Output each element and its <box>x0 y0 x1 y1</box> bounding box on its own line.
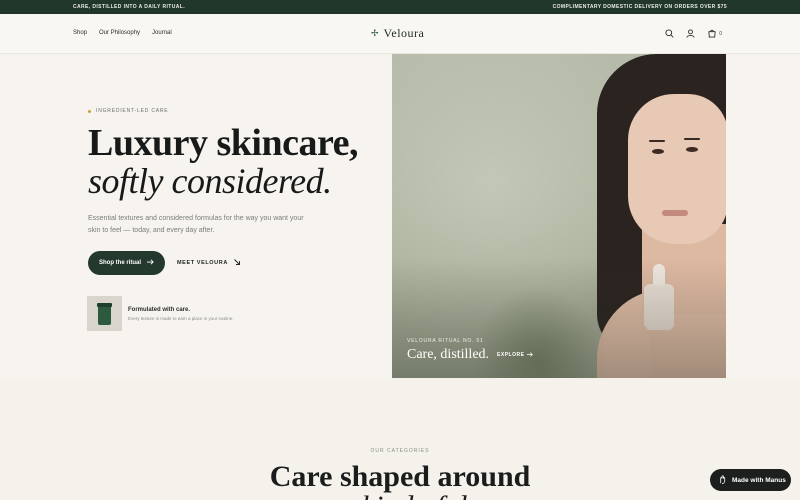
model-face <box>628 94 726 244</box>
promo-text: Formulated with care. Every texture is m… <box>128 307 234 321</box>
brand-mark-icon: ✢ <box>371 28 379 38</box>
hero-title-line2: softly considered. <box>88 161 332 201</box>
brand-name: Veloura <box>383 26 425 40</box>
explore-label: EXPLORE <box>497 352 525 358</box>
product-thumbnail <box>87 296 122 331</box>
shop-ritual-label: Shop the ritual <box>99 260 141 266</box>
hero-image <box>392 54 726 378</box>
shop-ritual-button[interactable]: Shop the ritual <box>88 251 165 275</box>
hero-subtitle: Essential textures and considered formul… <box>88 215 304 234</box>
announcement-bar: CARE, DISTILLED INTO A DAILY RITUAL. COM… <box>0 0 800 14</box>
categories-heading-line2: your kind of day. <box>0 490 800 500</box>
account-icon[interactable] <box>686 29 695 38</box>
announcement-left: CARE, DISTILLED INTO A DAILY RITUAL. <box>73 4 185 10</box>
meet-veloura-label: MEET VELOURA <box>177 260 228 266</box>
model-eye-left <box>652 149 664 154</box>
header-actions: 0 <box>665 29 722 38</box>
site-header: Shop Our Philosophy Journal ✢ Veloura 0 <box>0 14 800 54</box>
made-with-manus-badge[interactable]: Made with Manus <box>710 469 791 491</box>
badge-label: Made with Manus <box>732 476 786 484</box>
product-lid <box>97 303 112 307</box>
image-caption-title: Care, distilled. <box>407 347 490 362</box>
nav-link-shop[interactable]: Shop <box>73 30 87 36</box>
image-caption-row: Care, distilled. EXPLORE <box>407 347 534 363</box>
manus-hand-icon <box>718 474 727 486</box>
promo-description: Every texture is made to earn a place in… <box>128 315 234 321</box>
primary-nav: Shop Our Philosophy Journal <box>73 30 172 36</box>
cart-button[interactable]: 0 <box>707 29 722 38</box>
categories-section: OUR CATEGORIES Care shaped around your k… <box>0 378 800 500</box>
announcement-right: COMPLIMENTARY DOMESTIC DELIVERY ON ORDER… <box>552 4 727 10</box>
categories-heading-line1: Care shaped around <box>269 460 531 493</box>
arrow-right-icon <box>147 259 154 267</box>
brand-logo[interactable]: ✢ Veloura <box>371 26 424 41</box>
meet-veloura-link[interactable]: MEET VELOURA <box>177 259 240 267</box>
accent-dot-icon <box>88 109 91 113</box>
product-jar <box>98 305 111 325</box>
categories-kicker: OUR CATEGORIES <box>370 448 430 454</box>
search-icon[interactable] <box>665 29 674 38</box>
cart-count: 0 <box>719 30 722 37</box>
model-eye-right <box>686 147 698 152</box>
model-brow-left <box>649 140 665 142</box>
explore-link[interactable]: EXPLORE <box>497 351 534 359</box>
cart-icon <box>707 29 717 38</box>
image-caption: VELOURA RITUAL NO. 01 Care, distilled. E… <box>407 338 534 363</box>
arrow-right-icon <box>527 351 534 359</box>
model-lips <box>662 210 688 216</box>
model-brow-right <box>684 138 700 140</box>
nav-link-philosophy[interactable]: Our Philosophy <box>99 30 140 36</box>
hero-cta-row: Shop the ritual MEET VELOURA <box>88 251 378 275</box>
promo-title: Formulated with care. <box>128 306 191 313</box>
hero-text: INGREDIENT-LED CARE Luxury skincare, sof… <box>88 108 378 275</box>
nav-link-journal[interactable]: Journal <box>152 30 172 36</box>
promo-card[interactable]: Formulated with care. Every texture is m… <box>87 296 234 331</box>
hero-eyebrow: INGREDIENT-LED CARE <box>88 108 378 114</box>
hero-title-line1: Luxury skincare, <box>88 122 359 164</box>
image-caption-kicker: VELOURA RITUAL NO. 01 <box>407 338 484 344</box>
arrow-down-right-icon <box>234 259 240 267</box>
hero-eyebrow-text: INGREDIENT-LED CARE <box>96 108 169 114</box>
